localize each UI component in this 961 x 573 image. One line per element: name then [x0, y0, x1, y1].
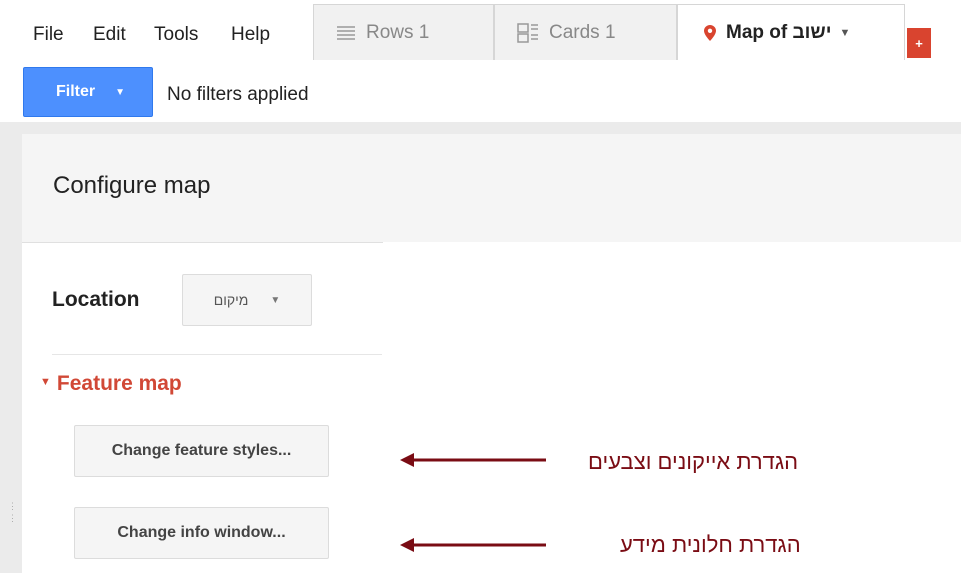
- arrow-left-icon: [400, 538, 546, 552]
- tab-cards-label: Cards 1: [549, 21, 616, 43]
- tab-map[interactable]: Map of ישוב ▼: [677, 4, 905, 60]
- location-label: Location: [52, 288, 140, 311]
- rows-icon: [336, 25, 356, 41]
- filter-bar: Filter ▼ No filters applied: [0, 62, 961, 122]
- resize-handle[interactable]: ⋮ ⋮: [8, 500, 17, 524]
- feature-map-title: Feature map: [56, 372, 182, 395]
- config-header: Configure map: [22, 134, 961, 242]
- location-select-value: מיקום: [213, 292, 249, 308]
- change-info-window-button[interactable]: Change info window...: [74, 507, 329, 559]
- menu-edit[interactable]: Edit: [93, 24, 126, 46]
- divider: [52, 354, 382, 355]
- menu-file[interactable]: File: [33, 24, 64, 46]
- chevron-down-icon: ▼: [115, 86, 126, 98]
- menubar: File Edit Tools Help Rows 1 Cards 1 Map …: [0, 0, 961, 62]
- cards-icon: [517, 22, 539, 43]
- filter-button-label: Filter: [56, 83, 96, 100]
- location-select[interactable]: מיקום ▼: [182, 274, 312, 326]
- separator-bar: [0, 122, 961, 134]
- annotation-info-window: הגדרת חלונית מידע: [620, 532, 801, 557]
- divider: [22, 242, 383, 243]
- add-tab-button[interactable]: +: [907, 28, 931, 58]
- feature-map-toggle[interactable]: ▼ Feature map: [40, 372, 182, 396]
- change-feature-styles-button[interactable]: Change feature styles...: [74, 425, 329, 477]
- map-pin-icon: [704, 24, 716, 41]
- filter-status: No filters applied: [167, 84, 309, 105]
- chevron-down-icon: ▼: [270, 294, 281, 306]
- page-title: Configure map: [53, 172, 211, 199]
- filter-button[interactable]: Filter ▼: [23, 67, 153, 117]
- menu-help[interactable]: Help: [231, 24, 270, 46]
- triangle-down-icon: ▼: [40, 376, 51, 388]
- annotation-icons-colors: הגדרת אייקונים וצבעים: [588, 449, 799, 474]
- tab-map-label: Map of ישוב: [726, 21, 832, 43]
- chevron-down-icon[interactable]: ▼: [839, 27, 850, 39]
- tab-rows-label: Rows 1: [366, 21, 430, 43]
- menu-tools[interactable]: Tools: [154, 24, 198, 46]
- arrow-left-icon: [400, 453, 546, 467]
- tab-cards[interactable]: Cards 1: [494, 4, 677, 60]
- tab-rows[interactable]: Rows 1: [313, 4, 494, 60]
